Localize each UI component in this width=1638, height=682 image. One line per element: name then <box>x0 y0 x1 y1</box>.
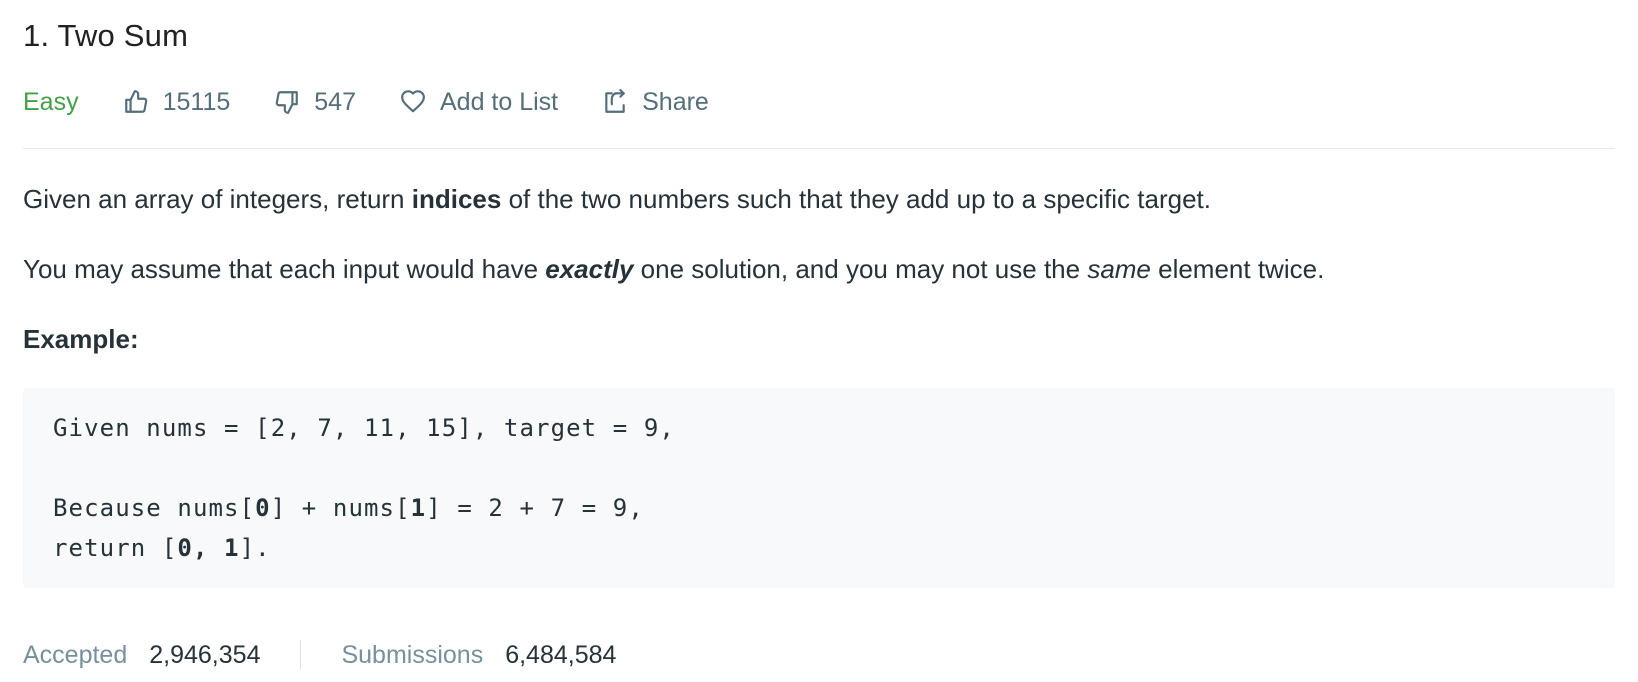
like-button[interactable]: 15115 <box>123 87 231 117</box>
header-divider <box>23 148 1615 149</box>
problem-meta-bar: Easy 15115 547 Add to List Share <box>23 84 753 120</box>
code-emphasis: 1 <box>410 494 427 522</box>
code-text: ] = 2 + 7 = 9, <box>426 494 644 522</box>
accepted-value: 2,946,354 <box>149 640 261 669</box>
dislike-count: 547 <box>314 87 356 116</box>
example-code-block: Given nums = [2, 7, 11, 15], target = 9,… <box>23 388 1615 588</box>
code-text: Because nums[ <box>53 494 256 522</box>
description-text: of the two numbers such that they add up… <box>501 184 1211 214</box>
stats-divider <box>300 640 302 670</box>
problem-title: 1. Two Sum <box>23 18 189 53</box>
like-count: 15115 <box>162 87 231 116</box>
description-paragraph-2: You may assume that each input would hav… <box>23 254 1324 285</box>
description-emphasis: indices <box>411 184 502 214</box>
code-text: return [ <box>53 534 178 562</box>
description-text: Given an array of integers, return <box>23 184 412 214</box>
description-text: You may assume that each input would hav… <box>23 254 546 284</box>
code-line: Given nums = [2, 7, 11, 15], target = 9, <box>53 414 675 442</box>
code-emphasis: 0 <box>255 494 271 522</box>
code-emphasis: 0, 1 <box>177 534 240 562</box>
share-label: Share <box>642 87 709 116</box>
accepted-label: Accepted <box>23 640 128 669</box>
share-icon <box>605 89 625 113</box>
code-text: ] + nums[ <box>270 494 411 522</box>
submission-stats: Accepted 2,946,354 Submissions 6,484,584 <box>23 640 616 670</box>
submissions-label: Submissions <box>341 640 484 669</box>
share-button[interactable]: Share <box>602 88 709 117</box>
add-to-list-label: Add to List <box>439 87 559 116</box>
thumbs-down-icon <box>275 91 299 114</box>
code-text: ]. <box>239 534 271 562</box>
thumbs-up-icon <box>124 90 147 113</box>
dislike-button[interactable]: 547 <box>274 88 356 117</box>
description-paragraph-1: Given an array of integers, return indic… <box>23 184 1211 215</box>
add-to-list-button[interactable]: Add to List <box>400 88 558 117</box>
difficulty-badge: Easy <box>23 87 79 116</box>
code-line: Because nums[0] + nums[1] = 2 + 7 = 9, <box>53 494 644 522</box>
heart-icon <box>401 90 425 113</box>
example-heading: Example: <box>23 324 139 354</box>
description-emphasis: exactly <box>545 254 634 284</box>
description-emphasis: same <box>1087 254 1151 284</box>
submissions-value: 6,484,584 <box>505 640 617 669</box>
code-line: return [0, 1]. <box>53 534 271 562</box>
description-text: element twice. <box>1150 254 1325 284</box>
description-text: one solution, and you may not use the <box>633 254 1088 284</box>
